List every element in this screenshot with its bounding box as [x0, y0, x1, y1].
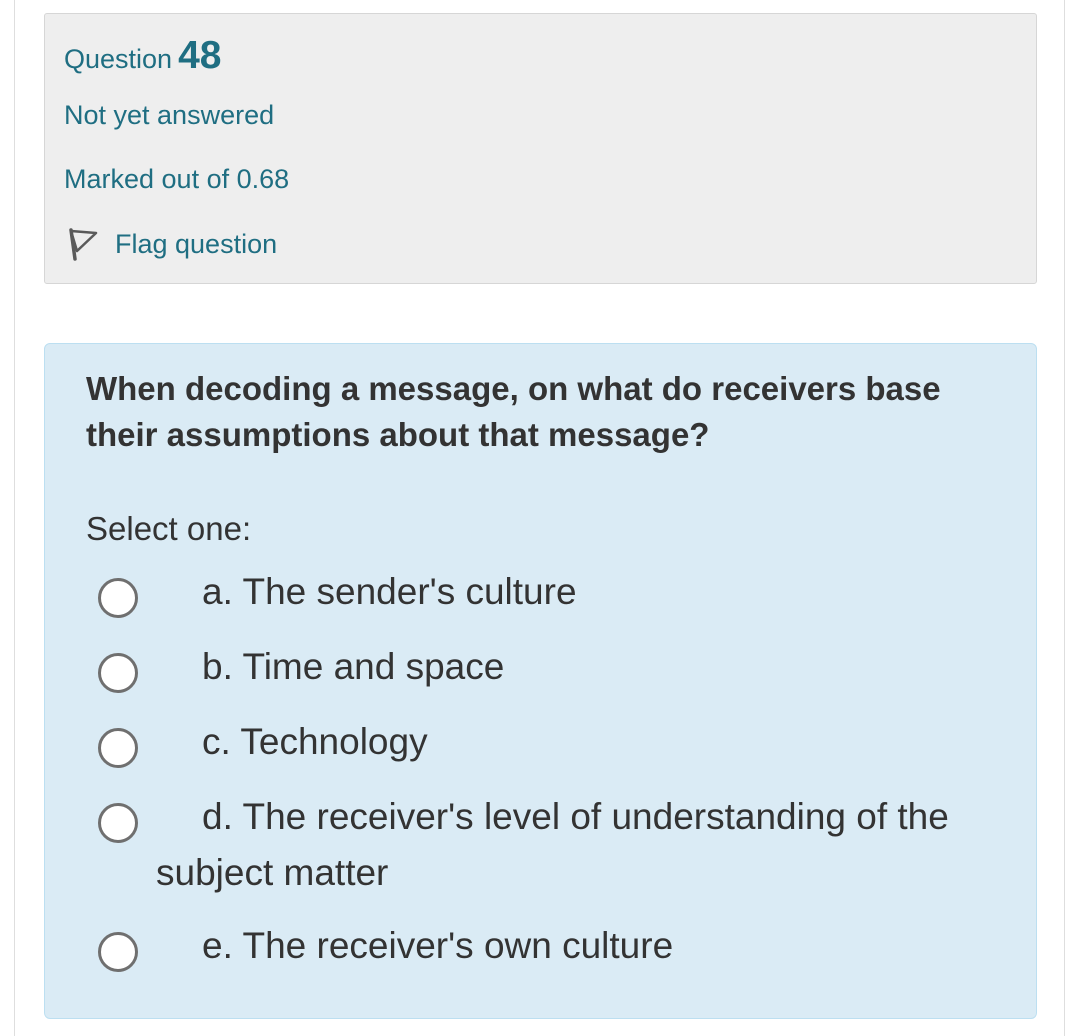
- flag-icon: [69, 228, 98, 261]
- option-a-label[interactable]: a. The sender's culture: [202, 564, 577, 620]
- question-label: Question: [64, 44, 173, 74]
- question-info-panel: Question 48 Not yet answered Marked out o…: [44, 13, 1037, 284]
- question-state: Not yet answered: [64, 100, 275, 130]
- flag-question-label: Flag question: [115, 228, 278, 259]
- select-one-prompt: Select one:: [86, 510, 252, 547]
- question-text: When decoding a message, on what do rece…: [86, 370, 941, 453]
- option-c-radio[interactable]: [98, 728, 138, 768]
- question-title: Question 48: [64, 34, 221, 78]
- option-c-label[interactable]: c. Technology: [202, 714, 428, 770]
- flag-question-link[interactable]: Flag question: [65, 226, 277, 262]
- option-e-radio[interactable]: [98, 932, 138, 972]
- question-content-panel: When decoding a message, on what do rece…: [44, 343, 1037, 1019]
- question-number: 48: [178, 34, 222, 77]
- option-b-radio[interactable]: [98, 653, 138, 693]
- option-e-label[interactable]: e. The receiver's own culture: [202, 918, 673, 974]
- question-grade: Marked out of 0.68: [64, 164, 290, 194]
- option-d-radio[interactable]: [98, 803, 138, 843]
- option-d-label[interactable]: d. The receiver's level of understanding…: [156, 789, 956, 901]
- option-b-label[interactable]: b. Time and space: [202, 639, 504, 695]
- option-a-radio[interactable]: [98, 578, 138, 618]
